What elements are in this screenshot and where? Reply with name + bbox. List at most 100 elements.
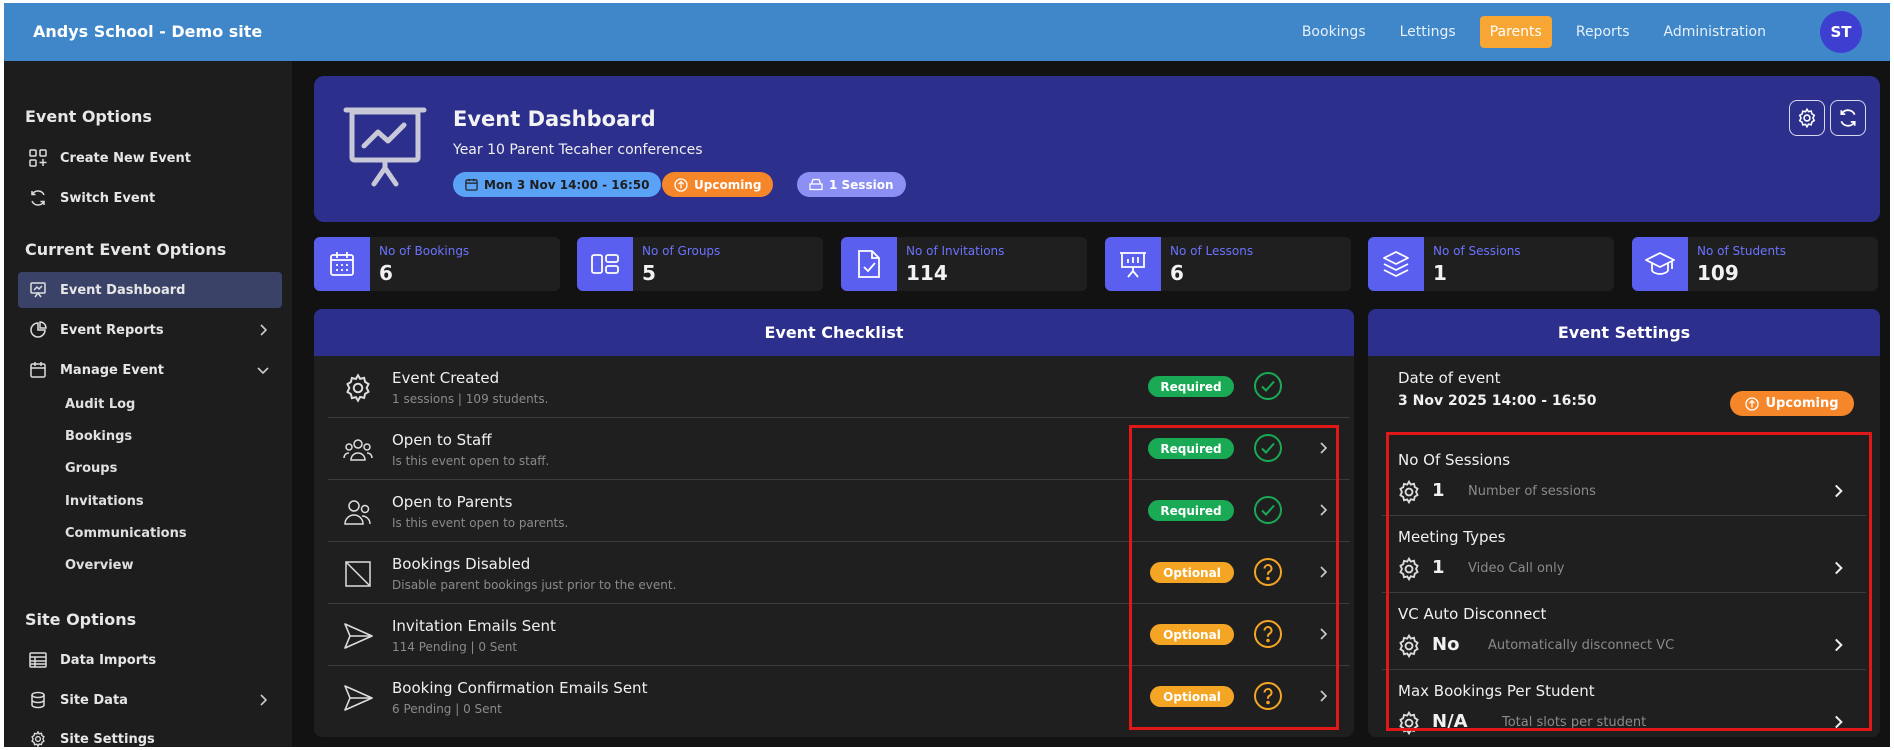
- check-circle-icon: [1254, 496, 1282, 524]
- stat-label: No of Bookings: [379, 244, 470, 258]
- optional-badge: Optional: [1150, 624, 1234, 645]
- sidebar-subitem-invitations[interactable]: Invitations: [65, 494, 144, 509]
- sidebar-item-site-settings[interactable]: Site Settings: [18, 721, 282, 747]
- stat-bookings[interactable]: No of Bookings 6: [314, 237, 560, 291]
- current-event-options-heading: Current Event Options: [25, 240, 227, 259]
- refresh-button[interactable]: [1830, 100, 1866, 136]
- setting-description: Automatically disconnect VC: [1488, 638, 1675, 653]
- setting-title: Max Bookings Per Student: [1398, 682, 1595, 700]
- refresh-icon: [1840, 109, 1856, 127]
- checklist-row-bookings-disabled[interactable]: Bookings Disabled Disable parent booking…: [328, 542, 1350, 604]
- nav-reports[interactable]: Reports: [1566, 16, 1640, 48]
- chevron-right-icon: [1835, 484, 1843, 498]
- event-options-heading: Event Options: [25, 107, 152, 126]
- sidebar-item-label: Create New Event: [60, 150, 191, 166]
- nav-administration[interactable]: Administration: [1654, 16, 1776, 48]
- checklist-row-event-created: Event Created 1 sessions | 109 students.…: [328, 356, 1350, 418]
- required-badge: Required: [1148, 376, 1234, 397]
- invitation-icon: [841, 237, 897, 291]
- sidebar-subitem-bookings[interactable]: Bookings: [65, 429, 132, 444]
- graduation-cap-icon: [1632, 237, 1688, 291]
- presentation-chart-icon: [28, 280, 48, 300]
- setting-value: N/A: [1432, 711, 1468, 732]
- app-title: Andys School - Demo site: [33, 22, 263, 41]
- checklist-title: Invitation Emails Sent: [392, 617, 556, 635]
- setting-title: No Of Sessions: [1398, 451, 1511, 469]
- question-circle-icon: [1254, 682, 1282, 710]
- date-of-event-label: Date of event: [1398, 369, 1501, 387]
- status-pill: Upcoming: [662, 172, 774, 197]
- chevron-right-icon: [260, 324, 268, 336]
- nav-bookings[interactable]: Bookings: [1292, 16, 1376, 48]
- checklist-subtitle: Disable parent bookings just prior to th…: [392, 578, 677, 592]
- setting-value: 1: [1432, 557, 1445, 578]
- sidebar-item-site-data[interactable]: Site Data: [18, 682, 282, 718]
- event-name: Year 10 Parent Tecaher conferences: [453, 142, 703, 158]
- session-pill-label: 1 Session: [829, 177, 894, 192]
- chevron-right-icon[interactable]: [1314, 687, 1332, 705]
- required-badge: Required: [1148, 500, 1234, 521]
- sidebar-subitem-groups[interactable]: Groups: [65, 461, 117, 476]
- question-circle-icon: [1254, 558, 1282, 586]
- checklist-row-invitation-emails[interactable]: Invitation Emails Sent 114 Pending | 0 S…: [328, 604, 1350, 666]
- sidebar-item-label: Manage Event: [60, 362, 165, 378]
- sidebar-subitem-overview[interactable]: Overview: [65, 558, 134, 573]
- chevron-right-icon: [260, 694, 268, 706]
- stat-students[interactable]: No of Students 109: [1632, 237, 1878, 291]
- checklist-subtitle: 1 sessions | 109 students.: [392, 392, 549, 406]
- sidebar-item-event-dashboard[interactable]: Event Dashboard: [18, 272, 282, 308]
- nav-parents[interactable]: Parents: [1479, 16, 1552, 48]
- users-icon: [343, 439, 373, 461]
- event-checklist-title: Event Checklist: [314, 309, 1354, 356]
- gear-icon: [1399, 633, 1419, 659]
- stat-label: No of Students: [1697, 244, 1787, 258]
- sidebar-item-data-imports[interactable]: Data Imports: [18, 642, 282, 678]
- disabled-icon: [345, 561, 371, 587]
- setting-meeting-types[interactable]: Meeting Types 1 Video Call only: [1382, 516, 1866, 593]
- checklist-row-open-to-parents[interactable]: Open to Parents Is this event open to pa…: [328, 480, 1350, 542]
- chevron-right-icon[interactable]: [1314, 501, 1332, 519]
- sidebar-subitem-communications[interactable]: Communications: [65, 526, 187, 541]
- optional-badge: Optional: [1150, 562, 1234, 583]
- checklist-subtitle: 114 Pending | 0 Sent: [392, 640, 518, 654]
- checklist-title: Event Created: [392, 369, 500, 387]
- setting-no-of-sessions[interactable]: No Of Sessions 1 Number of sessions: [1382, 439, 1866, 516]
- sidebar-item-manage-event[interactable]: Manage Event: [18, 352, 282, 388]
- sidebar-item-switch-event[interactable]: Switch Event: [18, 180, 282, 216]
- chevron-right-icon: [1835, 638, 1843, 652]
- stat-sessions[interactable]: No of Sessions 1: [1368, 237, 1614, 291]
- setting-value: No: [1432, 634, 1460, 655]
- stat-invitations[interactable]: No of Invitations 114: [841, 237, 1087, 291]
- status-pill-label: Upcoming: [694, 177, 762, 192]
- chevron-right-icon: [1835, 715, 1843, 729]
- nav-lettings[interactable]: Lettings: [1390, 16, 1466, 48]
- chevron-right-icon[interactable]: [1314, 563, 1332, 581]
- stat-lessons[interactable]: No of Lessons 6: [1105, 237, 1351, 291]
- gear-icon: [28, 729, 48, 747]
- checklist-row-booking-confirmation[interactable]: Booking Confirmation Emails Sent 6 Pendi…: [328, 666, 1350, 728]
- sidebar-item-create-new-event[interactable]: Create New Event: [18, 140, 282, 176]
- setting-max-bookings-per-student[interactable]: Max Bookings Per Student N/A Total slots…: [1382, 670, 1866, 737]
- sidebar-item-event-reports[interactable]: Event Reports: [18, 312, 282, 348]
- chevron-right-icon[interactable]: [1314, 439, 1332, 457]
- stat-groups[interactable]: No of Groups 5: [577, 237, 823, 291]
- optional-badge: Optional: [1150, 686, 1234, 707]
- event-settings-title: Event Settings: [1368, 309, 1880, 356]
- checklist-subtitle: Is this event open to staff.: [392, 454, 550, 468]
- setting-vc-auto-disconnect[interactable]: VC Auto Disconnect No Automatically disc…: [1382, 593, 1866, 670]
- checklist-row-open-to-staff[interactable]: Open to Staff Is this event open to staf…: [328, 418, 1350, 480]
- site-options-heading: Site Options: [25, 610, 137, 629]
- stat-value: 109: [1697, 261, 1739, 285]
- check-circle-icon: [1254, 372, 1282, 400]
- session-pill: 1 Session: [797, 172, 906, 197]
- refresh-icon: [28, 188, 48, 208]
- checklist-title: Booking Confirmation Emails Sent: [392, 679, 648, 697]
- settings-button[interactable]: [1789, 100, 1825, 136]
- arrow-up-circle-icon: [674, 177, 688, 192]
- chevron-right-icon[interactable]: [1314, 625, 1332, 643]
- top-bar: Andys School - Demo site Bookings Lettin…: [4, 3, 1890, 61]
- avatar[interactable]: ST: [1820, 11, 1862, 53]
- sidebar-subitem-audit-log[interactable]: Audit Log: [65, 397, 135, 412]
- sidebar-item-label: Data Imports: [60, 652, 157, 668]
- checklist-subtitle: 6 Pending | 0 Sent: [392, 702, 502, 716]
